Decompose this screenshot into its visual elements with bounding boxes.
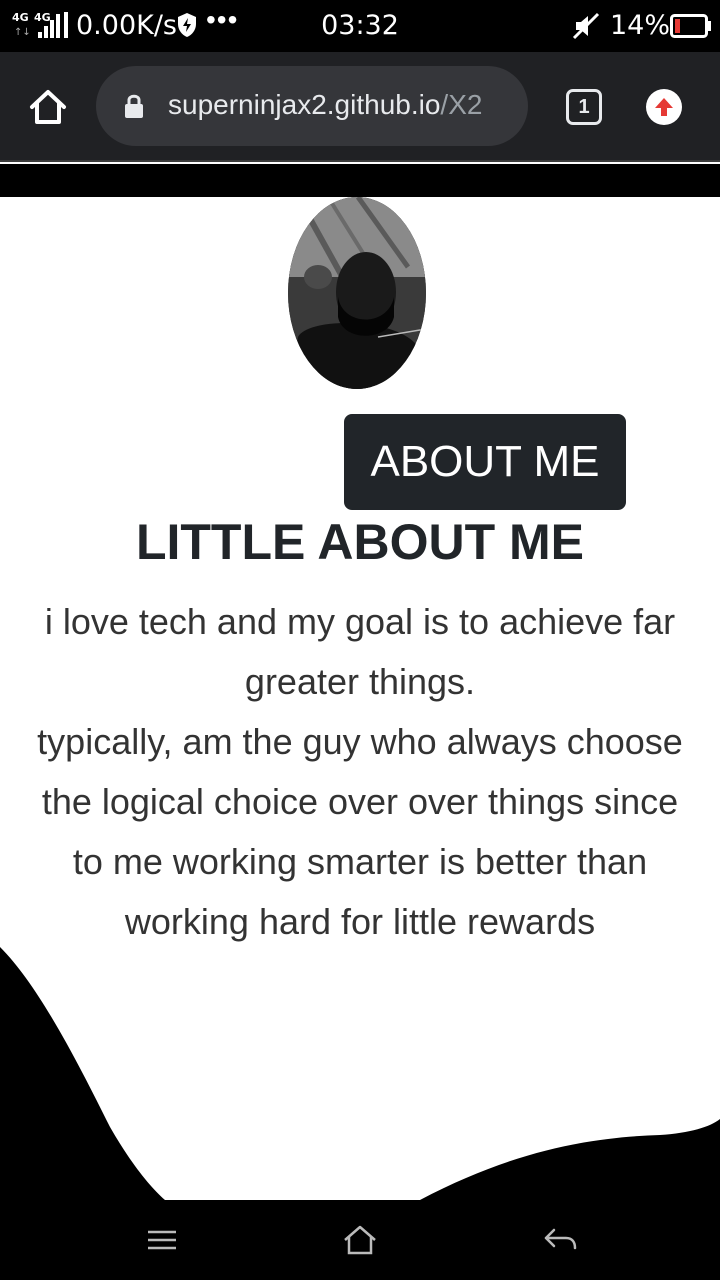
bio-line: working hard for little rewards xyxy=(124,901,596,942)
url-text: superninjax2.github.io/X2 xyxy=(168,88,482,122)
mute-icon xyxy=(572,12,600,40)
address-bar[interactable]: superninjax2.github.io/X2 xyxy=(96,66,528,146)
about-me-button[interactable]: ABOUT ME xyxy=(344,414,626,510)
url-path: /X2 xyxy=(440,89,483,120)
profile-photo xyxy=(288,197,426,389)
battery-icon xyxy=(670,14,711,38)
bio-line: greater things. xyxy=(244,661,476,702)
page-content: ABOUT ME LITTLE ABOUT ME i love tech and… xyxy=(0,197,720,1200)
status-bar: 4G 4G ↑↓ 0.00K/s ••• 03:32 14% xyxy=(0,0,720,52)
system-nav-bar xyxy=(0,1200,720,1280)
arrow-up-icon xyxy=(655,98,673,116)
update-button[interactable] xyxy=(646,89,682,125)
bio-line: i love tech and my goal is to achieve fa… xyxy=(44,601,676,642)
bio-line: to me working smarter is better than xyxy=(72,841,648,882)
bio-text: i love tech and my goal is to achieve fa… xyxy=(0,592,720,952)
system-home-button[interactable] xyxy=(342,1222,378,1258)
home-button[interactable] xyxy=(28,87,68,127)
page-header-strip xyxy=(0,164,720,197)
page-title: LITTLE ABOUT ME xyxy=(135,514,585,570)
tab-switcher-button[interactable]: 1 xyxy=(566,89,602,125)
battery-percent: 14% xyxy=(610,10,671,41)
url-domain: superninjax2.github.io xyxy=(168,89,441,120)
bio-line: typically, am the guy who always choose xyxy=(37,721,683,762)
lock-icon xyxy=(125,94,143,118)
browser-toolbar: superninjax2.github.io/X2 1 xyxy=(0,52,720,162)
back-button[interactable] xyxy=(542,1222,578,1258)
decorative-wave xyxy=(0,947,720,1200)
bio-line: the logical choice over over things sinc… xyxy=(41,781,679,822)
menu-button[interactable] xyxy=(144,1222,180,1258)
